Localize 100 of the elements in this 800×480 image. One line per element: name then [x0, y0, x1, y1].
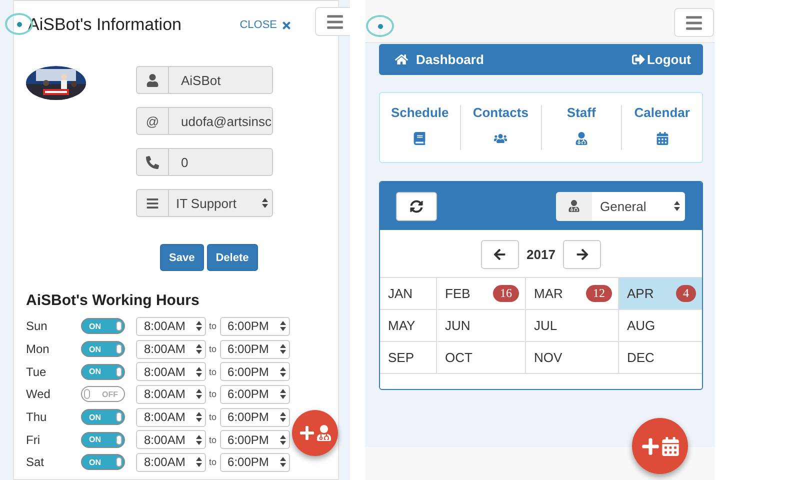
- day-label: Tue: [26, 364, 48, 379]
- select-arrows-icon: [280, 412, 286, 422]
- year-label: 2017: [526, 247, 556, 262]
- to-label: to: [209, 321, 217, 332]
- menu-icon: [326, 12, 344, 30]
- select-arrows-icon: [280, 366, 286, 377]
- to-label: to: [209, 344, 217, 354]
- select-arrows-icon: [262, 198, 268, 208]
- select-arrows-icon: [196, 389, 202, 400]
- count-badge: 16: [493, 285, 519, 302]
- section-title: AiSBot's Working Hours: [26, 292, 200, 309]
- shortcut-link[interactable]: Contacts: [460, 105, 540, 150]
- menu-button[interactable]: [315, 7, 350, 36]
- to-label: to: [209, 457, 217, 468]
- save-button[interactable]: Save: [160, 244, 204, 271]
- select-arrows-icon: [196, 412, 202, 422]
- month-cell[interactable]: SEP: [380, 342, 437, 374]
- input-field[interactable]: 0: [136, 148, 273, 176]
- month-cell[interactable]: MAR 12: [526, 278, 619, 310]
- time-select[interactable]: 8:00AM: [136, 408, 206, 427]
- day-label: Fri: [26, 432, 41, 447]
- user-icon: [146, 74, 159, 86]
- phone-icon: [146, 156, 159, 168]
- book-icon: [413, 132, 426, 145]
- shortcut-link[interactable]: Calendar: [621, 105, 702, 150]
- home-icon: [395, 53, 408, 66]
- select-arrows-icon: [196, 366, 202, 377]
- refresh-icon: [410, 200, 423, 212]
- month-cell[interactable]: FEB 16: [437, 278, 526, 310]
- to-label: to: [209, 412, 217, 422]
- department-select[interactable]: IT Support: [136, 189, 273, 217]
- time-select[interactable]: 6:00PM: [220, 340, 290, 359]
- arrow-left-icon: [493, 248, 506, 261]
- delete-button[interactable]: Delete: [206, 244, 258, 271]
- time-select[interactable]: 8:00AM: [136, 362, 206, 382]
- month-cell[interactable]: JUL: [526, 310, 619, 342]
- to-label: to: [209, 434, 217, 445]
- shortcut-link[interactable]: Schedule: [380, 105, 460, 150]
- users-icon: [494, 132, 508, 145]
- month-cell[interactable]: MAY: [380, 310, 437, 342]
- select-arrows-icon: [280, 344, 286, 354]
- day-label: Thu: [26, 410, 48, 424]
- time-select[interactable]: 6:00PM: [220, 452, 290, 472]
- close-link[interactable]: CLOSE: [240, 19, 292, 31]
- time-select[interactable]: 8:00AM: [136, 316, 206, 336]
- to-label: to: [209, 366, 217, 377]
- plus-icon: [298, 425, 314, 441]
- staff-icon: [568, 200, 580, 212]
- select-arrows-icon: [196, 434, 202, 445]
- plus-icon: [640, 436, 660, 456]
- month-cell[interactable]: JAN: [380, 278, 437, 310]
- staff-icon: [316, 425, 332, 441]
- select-arrows-icon: [196, 457, 202, 468]
- time-select[interactable]: 8:00AM: [136, 384, 206, 404]
- previous-year-button[interactable]: [480, 240, 519, 269]
- month-cell[interactable]: JUN: [437, 310, 526, 342]
- list-icon: [146, 196, 159, 210]
- day-label: Sun: [26, 319, 48, 334]
- count-badge: 4: [676, 285, 696, 302]
- refresh-button[interactable]: [396, 192, 437, 220]
- month-cell[interactable]: APR 4: [619, 278, 702, 310]
- time-select[interactable]: 6:00PM: [220, 316, 290, 336]
- time-select[interactable]: 8:00AM: [136, 452, 206, 472]
- select-arrows-icon: [280, 434, 286, 445]
- menu-button[interactable]: [674, 8, 714, 37]
- menu-icon: [685, 14, 703, 32]
- day-label: Mon: [26, 342, 50, 356]
- logo-icon: [366, 15, 394, 37]
- select-arrows-icon: [280, 389, 286, 400]
- time-select[interactable]: 8:00AM: [136, 430, 206, 450]
- calendar-icon: [660, 436, 680, 456]
- time-select[interactable]: 8:00AM: [136, 340, 206, 359]
- time-select[interactable]: 6:00PM: [220, 384, 290, 404]
- add-event-button[interactable]: [632, 418, 688, 474]
- input-field[interactable]: AiSBot: [136, 66, 273, 94]
- calendar-icon: [656, 132, 669, 145]
- logout-icon: [632, 53, 645, 66]
- input-field[interactable]: @ udofa@artsinsci: [136, 107, 273, 135]
- select-arrows-icon: [280, 457, 286, 468]
- count-badge: 12: [586, 285, 612, 302]
- time-select[interactable]: 6:00PM: [220, 430, 290, 450]
- select-arrows-icon: [196, 344, 202, 354]
- day-label: Sat: [26, 455, 46, 470]
- select-arrows-icon: [674, 201, 680, 211]
- day-label: Wed: [26, 387, 52, 402]
- time-select[interactable]: 6:00PM: [220, 408, 290, 427]
- shortcut-link[interactable]: Staff: [540, 105, 622, 150]
- next-year-button[interactable]: [563, 240, 602, 269]
- month-cell[interactable]: NOV: [526, 342, 619, 374]
- arrow-right-icon: [576, 248, 589, 261]
- add-staff-button[interactable]: [292, 410, 338, 456]
- select-arrows-icon: [280, 321, 286, 332]
- to-label: to: [209, 389, 217, 400]
- close-icon: [281, 20, 292, 30]
- select-arrows-icon: [196, 321, 202, 332]
- dashboard-link[interactable]: Dashboard: [395, 52, 484, 67]
- month-cell[interactable]: OCT: [437, 342, 526, 374]
- at-sign: @: [146, 114, 160, 128]
- time-select[interactable]: 6:00PM: [220, 362, 290, 382]
- logout-link[interactable]: Logout: [632, 52, 691, 67]
